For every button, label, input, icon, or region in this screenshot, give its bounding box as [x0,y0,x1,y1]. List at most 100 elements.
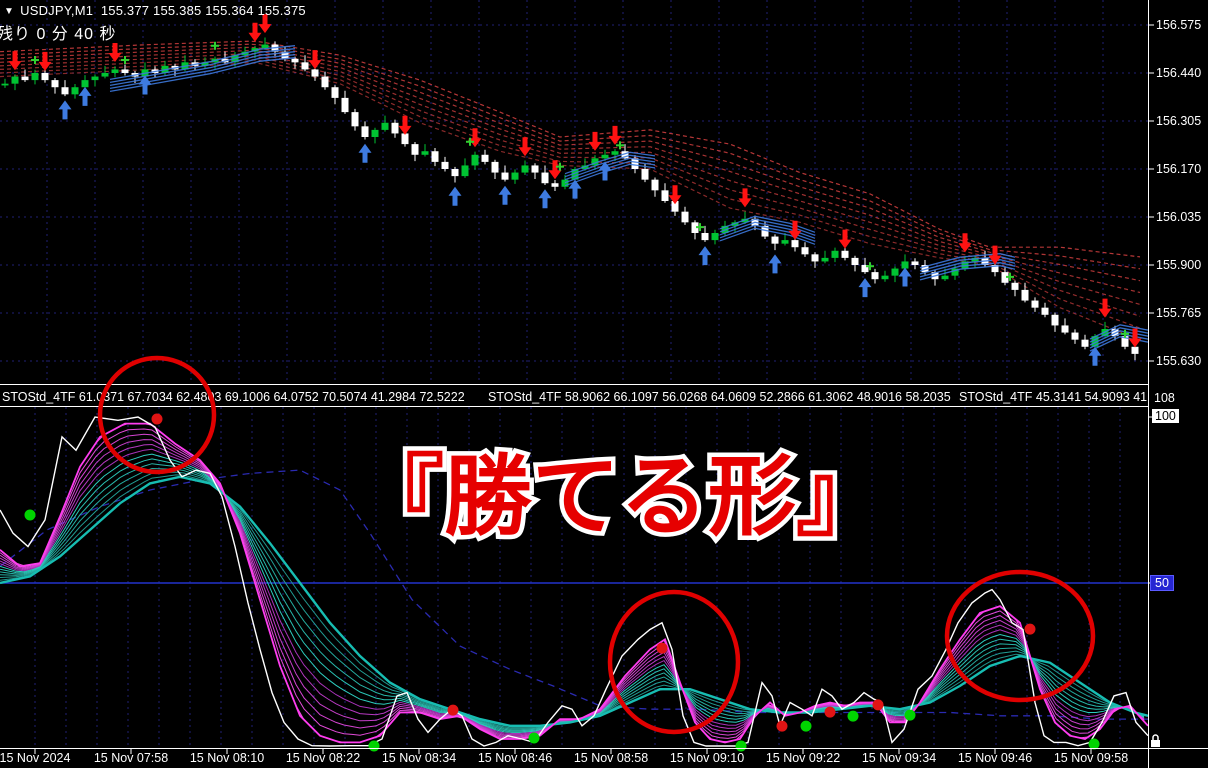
sell-dot [447,704,459,716]
candle-body [821,257,829,262]
buy-dot [800,720,812,732]
candle-body [91,76,99,81]
sell-signal-arrow [398,115,412,135]
candle-body [911,261,919,265]
candle-body [831,250,839,258]
candle-body [611,151,619,155]
candle-body [391,122,399,134]
buy-dot [904,709,916,721]
sell-signal-arrow [668,185,682,205]
candle-body [381,122,389,130]
candle-body [461,165,469,177]
candle-body [441,161,449,169]
time-axis-label: 15 Nov 09:34 [861,751,937,765]
mt4-chart-window: { "header": { "symbol": "USDJPY,M1", "qu… [0,0,1208,768]
sell-signal-arrow [8,51,22,71]
buy-signal-arrow [768,254,782,274]
candle-body [321,76,329,88]
candle-body [1021,289,1029,301]
candle-body [491,161,499,173]
candle-body [551,183,559,187]
time-axis-label: 15 Nov 08:58 [573,751,649,765]
time-axis-label: 15 Nov 07:58 [93,751,169,765]
sell-signal-arrow [38,51,52,71]
candle-body [411,144,419,155]
chart-canvas[interactable]: STOStd_4TF 61.0371 67.7034 62.4803 69.10… [0,0,1208,768]
symbol-title: USDJPY,M1 [20,3,94,18]
sell-signal-arrow [738,188,752,208]
buy-dot [528,732,540,744]
candle-body [541,172,549,184]
buy-signal-arrow [498,185,512,205]
candle-body [341,97,349,113]
time-axis-label: 15 Nov 09:46 [957,751,1033,765]
sell-dot [824,706,836,718]
candle-body [881,275,889,280]
sell-dot [656,642,668,654]
candle-body [71,87,79,95]
candle-body [701,233,709,241]
candle-body [851,257,859,265]
buy-dot [735,740,747,752]
candle-body [351,112,359,127]
candle-body [311,69,319,77]
winning-pattern-annotation: 『勝てる形』 [356,447,884,546]
candle-body [471,154,479,166]
candle-body [1,83,9,86]
candle-body [261,44,269,49]
buy-dot [24,509,36,521]
candle-body [871,272,879,280]
candle-body [1131,346,1139,354]
sell-signal-arrow [308,50,322,70]
candle-body [771,236,779,244]
buy-signal-arrow [698,246,712,266]
buy-signal-arrow [1088,346,1102,366]
price-axis-label: 156.305 [1156,114,1202,128]
buy-signal-arrow [898,267,912,287]
time-axis-label: 15 Nov 09:10 [669,751,745,765]
candle-body [891,268,899,276]
candle-body [501,172,509,180]
candle-body [1071,332,1079,340]
candle-body [641,169,649,180]
time-axis-label: 15 Nov 08:34 [381,751,457,765]
price-axis-label: 156.575 [1156,18,1202,32]
price-axis-label: 155.900 [1156,258,1202,272]
buy-signal-arrow [58,100,72,120]
candle-body [1081,339,1089,347]
sell-dot [151,413,163,425]
sell-signal-arrow [838,229,852,249]
price-axis-label: 156.170 [1156,162,1202,176]
time-axis-label: 15 Nov 09:58 [1053,751,1129,765]
candle-body [651,179,659,191]
candle-body [451,169,459,177]
sell-dot [1024,623,1036,635]
candle-body [811,254,819,262]
price-axis-label: 155.765 [1156,306,1202,320]
symbol-dropdown-icon[interactable]: ▼ [4,6,14,17]
candle-body [511,172,519,180]
candle-body [661,190,669,201]
candle-body [31,73,39,81]
buy-signal-arrow [858,278,872,298]
candle-body [561,179,569,187]
indicator-50-marker: 50 [1150,575,1174,591]
candle-body [361,126,369,137]
candle-body [941,275,949,280]
candle-body [301,62,309,70]
candle-body [11,76,19,84]
candle-body [781,240,789,244]
candle-body [1061,325,1069,333]
candle-body [81,80,89,88]
time-axis-label: 15 Nov 09:22 [765,751,841,765]
stochastic-values-group-2: STOStd_4TF 58.9062 66.1097 56.0268 64.06… [488,390,951,404]
candle-body [681,211,689,223]
candle-body [401,133,409,145]
price-axis-label: 156.035 [1156,210,1202,224]
quote-ohlc: 155.377 155.385 155.364 155.375 [100,3,306,18]
buy-signal-arrow [538,189,552,209]
buy-signal-arrow [448,186,462,206]
candle-body [601,154,609,159]
candle-body [431,151,439,162]
candle-body [51,80,59,88]
